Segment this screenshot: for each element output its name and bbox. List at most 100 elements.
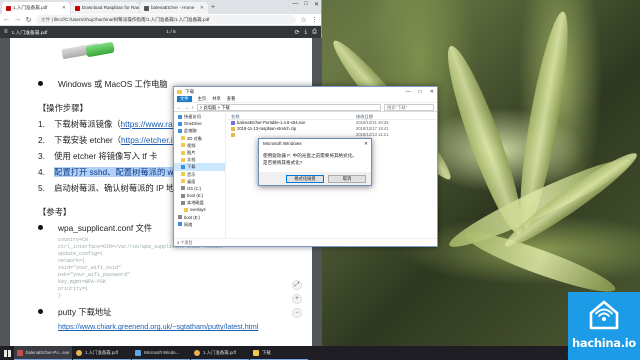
nav-item[interactable]: overlays: [174, 206, 225, 213]
folder-icon: [184, 208, 188, 213]
code-line: priority=1: [58, 286, 89, 292]
nav-item[interactable]: 视频: [174, 142, 225, 149]
drive-icon: [178, 215, 182, 220]
maximize-button[interactable]: □: [304, 1, 308, 8]
raspberry-icon: [75, 5, 80, 11]
up-icon[interactable]: ↑: [192, 105, 194, 110]
bullet-work-pc: Windows 或 MacOS 工作电脑: [38, 79, 168, 89]
dialog-message: 使用驱动器 F: 中的光盘之前需要将其格式化。: [263, 153, 357, 158]
ribbon-tab-share[interactable]: 共享: [212, 96, 221, 102]
new-tab-button[interactable]: +: [211, 2, 215, 14]
taskbar-item-etcher[interactable]: balenaEtcher-Po...exe: [14, 346, 72, 360]
close-button[interactable]: ✕: [430, 89, 434, 95]
nav-item[interactable]: boot (E:): [174, 192, 225, 199]
star-icon[interactable]: ☆: [300, 16, 307, 24]
download-icon: [181, 164, 185, 169]
window-controls: — □ ✕: [292, 1, 319, 8]
nav-item[interactable]: boot (E:): [174, 214, 225, 221]
close-icon[interactable]: ✕: [361, 139, 371, 148]
start-button[interactable]: [0, 346, 14, 360]
reference-heading: 【参考】: [38, 207, 72, 217]
drive-icon: [181, 186, 185, 191]
code-line: key_mgmt=WPA-PSK: [58, 279, 107, 285]
explorer-breadcrumb[interactable]: > 此电脑 > 下载: [196, 103, 381, 111]
code-line: psk="your_wifi_password": [58, 272, 131, 278]
nav-item[interactable]: 桌面: [174, 178, 225, 185]
nav-item[interactable]: 网络: [174, 221, 225, 228]
close-tab-icon[interactable]: ✕: [62, 2, 66, 14]
back-icon[interactable]: ←: [3, 16, 10, 23]
drive-icon: [181, 193, 185, 198]
fit-page-icon[interactable]: ⤢: [292, 280, 302, 290]
ribbon-tab-home[interactable]: 主页: [198, 96, 207, 102]
explorer-search-input[interactable]: 搜索"下载": [384, 103, 434, 111]
step-4: 4. 配置打开 sshd、配置树莓派的 wifi: [38, 167, 180, 177]
download-icon[interactable]: ⤓: [305, 29, 308, 36]
nav-item[interactable]: 3D 对象: [174, 135, 225, 142]
etcher-link[interactable]: https://etcher.io: [121, 135, 177, 145]
minimize-button[interactable]: —: [406, 89, 411, 95]
column-name[interactable]: 名称: [231, 113, 356, 119]
windows-icon: [3, 349, 11, 357]
nav-item[interactable]: 文档: [174, 156, 225, 163]
column-date[interactable]: 修改日期: [356, 113, 406, 119]
nav-item[interactable]: 快速访问: [174, 113, 225, 120]
taskbar-item-dialog[interactable]: Microsoft Windo...: [132, 346, 190, 360]
zoom-out-icon[interactable]: −: [292, 308, 302, 318]
step-3: 3. 使用 etcher 将镜像写入 tf 卡: [38, 151, 158, 161]
zoom-in-icon[interactable]: +: [292, 294, 302, 304]
pdf-icon: [6, 5, 11, 11]
ribbon-tabs: 文件 主页 共享 查看: [174, 96, 437, 103]
code-line: update_config=1: [58, 251, 104, 257]
step-2: 2. 下载安装 etcher（https://etcher.io: [38, 135, 178, 145]
maximize-button[interactable]: □: [419, 89, 422, 95]
tab-pdf[interactable]: 1.入门准备篇.pdf ✕: [2, 2, 70, 14]
close-button[interactable]: ✕: [314, 1, 319, 8]
reload-icon[interactable]: ↻: [25, 16, 32, 24]
menu-icon[interactable]: ⋮: [311, 16, 318, 24]
status-bar: 5 个项目: [174, 238, 437, 246]
tab-etcher[interactable]: balenaEtcher - Home ✕: [140, 2, 208, 14]
forward-icon[interactable]: →: [184, 105, 188, 110]
taskbar-item-pdf-2[interactable]: 1.入门准备篇.pdf: [191, 346, 249, 360]
exe-file-icon: [231, 121, 235, 125]
navigation-pane: 快速访问 OneDrive 此电脑 3D 对象 视频 图片 文档 下载 音乐 桌…: [174, 113, 226, 238]
taskbar-item-pdf[interactable]: 1.入门准备篇.pdf: [73, 346, 131, 360]
nav-item[interactable]: OS (C:): [174, 185, 225, 192]
taskbar-item-explorer[interactable]: 下载: [250, 346, 308, 360]
format-disk-button[interactable]: 格式化磁盘: [286, 175, 324, 183]
rotate-icon[interactable]: ⟳: [294, 29, 299, 36]
url-text: file:///C:/Users/zhujc/hachina/树莓派操作指南/1…: [53, 17, 210, 22]
nav-item[interactable]: 音乐: [174, 171, 225, 178]
folder-icon: [181, 143, 185, 148]
folder-icon: [181, 179, 185, 184]
ribbon-tab-file[interactable]: 文件: [177, 96, 192, 102]
smart-home-icon: [589, 300, 619, 330]
nav-item[interactable]: 图片: [174, 149, 225, 156]
nav-item[interactable]: OneDrive: [174, 120, 225, 127]
cancel-button[interactable]: 取消: [328, 175, 366, 183]
print-icon[interactable]: ⎙: [312, 29, 317, 36]
back-icon[interactable]: ←: [177, 105, 181, 110]
nav-item[interactable]: 本地磁盘: [174, 199, 225, 206]
ribbon-tab-view[interactable]: 查看: [227, 96, 236, 102]
close-tab-icon[interactable]: ✕: [200, 2, 204, 14]
tab-bar: 1.入门准备篇.pdf ✕ Download Raspbian for Rasp…: [0, 0, 321, 14]
nav-item[interactable]: 此电脑: [174, 127, 225, 134]
minimize-button[interactable]: —: [292, 1, 298, 8]
file-list-header: 名称 修改日期: [227, 113, 437, 120]
steps-heading: 【操作步骤】: [38, 103, 88, 113]
nav-item-downloads[interactable]: 下载: [174, 163, 225, 171]
tab-raspbian[interactable]: Download Raspbian for Rasp ✕: [71, 2, 139, 14]
code-line: country=CN: [58, 237, 89, 243]
putty-link[interactable]: https://www.chiark.greenend.org.uk/~sgta…: [58, 322, 258, 331]
folder-icon: [181, 172, 185, 177]
explorer-address-row: ← → ↑ > 此电脑 > 下载 搜索"下载": [174, 103, 437, 112]
step-1: 1. 下载树莓派镜像（https://www.ras: [38, 119, 177, 129]
url-input[interactable]: 文件 | file:///C:/Users/zhujc/hachina/树莓派操…: [36, 15, 296, 24]
forward-icon[interactable]: →: [14, 16, 21, 23]
raspbian-link[interactable]: https://www.ras: [121, 119, 177, 129]
folder-icon: [181, 150, 185, 155]
file-icon: [231, 133, 235, 137]
hamburger-icon[interactable]: ≡: [4, 29, 8, 35]
